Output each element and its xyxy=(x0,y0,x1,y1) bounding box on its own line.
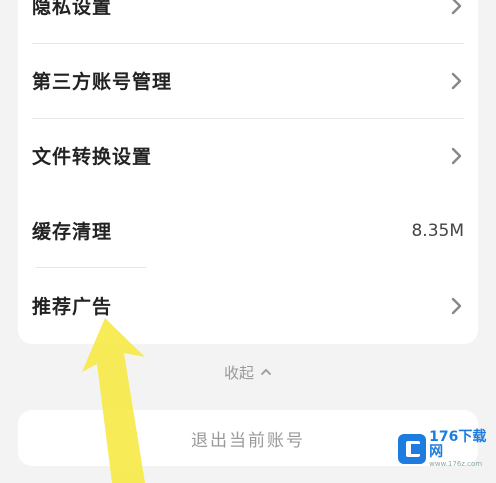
watermark: 176下载网 www.176z.com xyxy=(398,429,496,468)
collapse-button[interactable]: 收起 xyxy=(0,358,496,386)
settings-row-clear-cache[interactable]: 缓存清理 8.35M xyxy=(18,193,478,268)
settings-row-recommended-ads[interactable]: 推荐广告 xyxy=(18,268,478,343)
row-label: 推荐广告 xyxy=(32,296,113,318)
chevron-up-icon xyxy=(261,368,271,375)
chevron-right-icon xyxy=(450,146,464,166)
watermark-brand: 176下载网 xyxy=(429,429,487,460)
chevron-right-icon xyxy=(450,0,464,16)
watermark-logo-icon xyxy=(398,434,427,464)
cache-size-value: 8.35M xyxy=(411,220,464,241)
settings-row-file-conversion[interactable]: 文件转换设置 xyxy=(18,118,478,193)
row-label: 文件转换设置 xyxy=(32,146,153,168)
settings-card: 隐私设置 第三方账号管理 文件转换设置 缓存清理 8.35M 推荐广告 xyxy=(18,0,478,344)
watermark-url: www.176z.com xyxy=(429,460,483,468)
collapse-label: 收起 xyxy=(223,363,254,382)
settings-row-privacy[interactable]: 隐私设置 xyxy=(18,0,478,43)
row-label: 第三方账号管理 xyxy=(32,71,173,93)
chevron-right-icon xyxy=(450,296,464,316)
logout-label: 退出当前账号 xyxy=(191,430,305,451)
row-label: 缓存清理 xyxy=(32,221,113,243)
chevron-right-icon xyxy=(450,71,464,91)
row-label: 隐私设置 xyxy=(32,0,113,18)
settings-row-third-party-accounts[interactable]: 第三方账号管理 xyxy=(18,43,478,118)
